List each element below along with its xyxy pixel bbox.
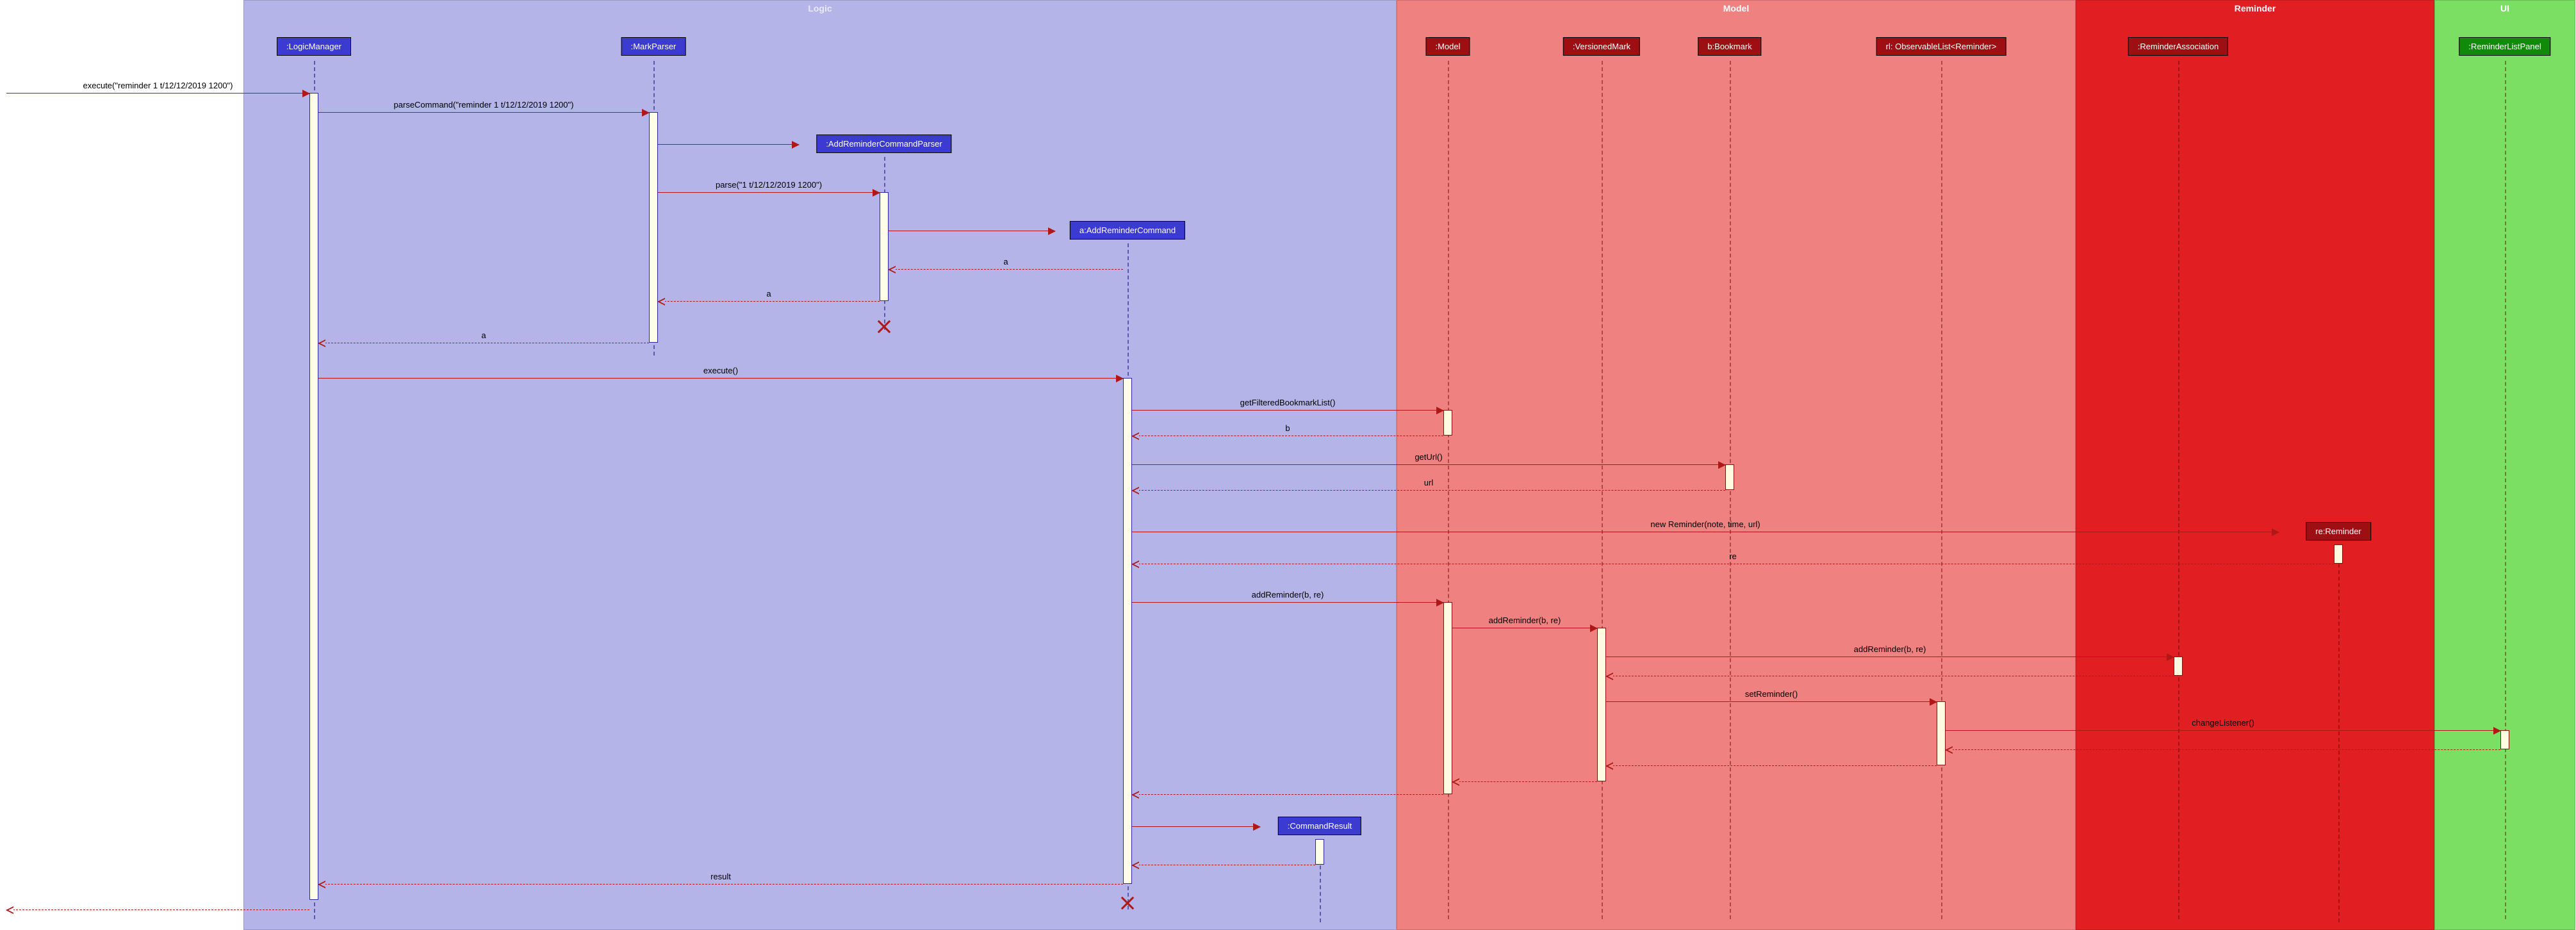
msg-ret-vm — [1452, 781, 1597, 782]
participant-model: :Model — [1425, 37, 1470, 56]
msg-ret-re-label: re — [1729, 551, 1737, 561]
lifeline-bookmark — [1730, 61, 1731, 919]
participant-commandresult: :CommandResult — [1278, 817, 1361, 835]
msg-execute: execute() — [318, 378, 1123, 379]
msg-ret-a3-label: a — [481, 330, 486, 340]
msg-ret-a1: a — [889, 269, 1123, 270]
msg-changelistener: changeListener() — [1946, 730, 2500, 731]
msg-geturl: getUrl() — [1132, 464, 1725, 465]
msg-ret-a2: a — [658, 301, 880, 302]
msg-ret-m — [1132, 794, 1443, 795]
msg-execute-cmd-label: execute("reminder 1 t/12/12/2019 1200") — [83, 81, 233, 90]
region-reminder: Reminder — [2076, 0, 2434, 930]
participant-arcp: :AddReminderCommandParser — [816, 135, 951, 153]
msg-ret-sr — [1606, 765, 1937, 766]
activation-versionedmark — [1597, 628, 1606, 781]
msg-ret-b-label: b — [1285, 423, 1290, 433]
msg-ret-a2-label: a — [766, 289, 771, 298]
activation-bookmark — [1725, 464, 1734, 490]
participant-bookmark: b:Bookmark — [1698, 37, 1761, 56]
activation-reminderassoc — [2174, 657, 2183, 676]
participant-reminderassoc: :ReminderAssociation — [2128, 37, 2228, 56]
activation-model-2 — [1443, 602, 1452, 794]
msg-parse-label: parse("1 t/12/12/2019 1200") — [716, 180, 822, 190]
region-model: Model — [1397, 0, 2076, 930]
msg-addreminder1-label: addReminder(b, re) — [1252, 590, 1324, 600]
msg-addreminder1: addReminder(b, re) — [1132, 602, 1443, 603]
region-model-title: Model — [1397, 1, 2075, 16]
activation-logicmanager — [309, 93, 318, 900]
activation-rereminder — [2334, 544, 2343, 564]
region-ui-title: UI — [2435, 1, 2575, 16]
participant-arc: a:AddReminderCommand — [1070, 221, 1185, 240]
lifeline-reminderassoc — [2178, 61, 2179, 919]
activation-markparser — [649, 112, 658, 343]
lifeline-observablelist — [1941, 61, 1942, 919]
activation-arcp — [880, 192, 889, 301]
msg-ret-url: url — [1132, 490, 1725, 491]
activation-arc — [1123, 378, 1132, 884]
msg-parsecommand: parseCommand("reminder 1 t/12/12/2019 12… — [318, 112, 649, 113]
msg-addreminder3-label: addReminder(b, re) — [1854, 644, 1926, 654]
msg-ret-result-label: result — [710, 872, 731, 881]
activation-commandresult — [1315, 839, 1324, 865]
lifeline-rereminder — [2338, 544, 2340, 922]
participant-rlp: :ReminderListPanel — [2459, 37, 2550, 56]
msg-changelistener-label: changeListener() — [2192, 718, 2254, 728]
destroy-arcp — [876, 318, 892, 335]
msg-execute-cmd: execute("reminder 1 t/12/12/2019 1200") — [6, 93, 309, 94]
participant-markparser: :MarkParser — [621, 37, 686, 56]
region-reminder-title: Reminder — [2076, 1, 2434, 16]
participant-logicmanager: :LogicManager — [277, 37, 351, 56]
msg-newreminder-label: new Reminder(note, time, url) — [1650, 519, 1760, 529]
msg-parse: parse("1 t/12/12/2019 1200") — [658, 192, 880, 193]
region-logic-title: Logic — [244, 1, 1396, 16]
participant-versionedmark: :VersionedMark — [1563, 37, 1640, 56]
activation-observablelist — [1937, 701, 1946, 765]
msg-getfiltered-label: getFilteredBookmarkList() — [1240, 398, 1336, 407]
msg-create-cr — [1132, 826, 1260, 827]
activation-rlp — [2500, 730, 2509, 749]
msg-addreminder2-label: addReminder(b, re) — [1489, 616, 1561, 625]
msg-setreminder: setReminder() — [1606, 701, 1937, 702]
msg-getfiltered: getFilteredBookmarkList() — [1132, 410, 1443, 411]
lifeline-rlp — [2505, 61, 2506, 919]
msg-create-arcp — [658, 144, 799, 145]
msg-execute-label: execute() — [703, 366, 738, 375]
msg-setreminder-label: setReminder() — [1745, 689, 1798, 699]
msg-parsecommand-label: parseCommand("reminder 1 t/12/12/2019 12… — [394, 100, 574, 110]
participant-observablelist: rl: ObservableList<Reminder> — [1876, 37, 2006, 56]
msg-geturl-label: getUrl() — [1415, 452, 1442, 462]
msg-ret-a1-label: a — [1003, 257, 1008, 266]
activation-model-1 — [1443, 410, 1452, 436]
participant-rereminder: re:Reminder — [2306, 522, 2371, 541]
msg-ret-result: result — [318, 884, 1123, 885]
msg-ret-cl — [1946, 749, 2500, 750]
destroy-arc — [1119, 895, 1136, 911]
msg-ret-url-label: url — [1424, 478, 1433, 487]
